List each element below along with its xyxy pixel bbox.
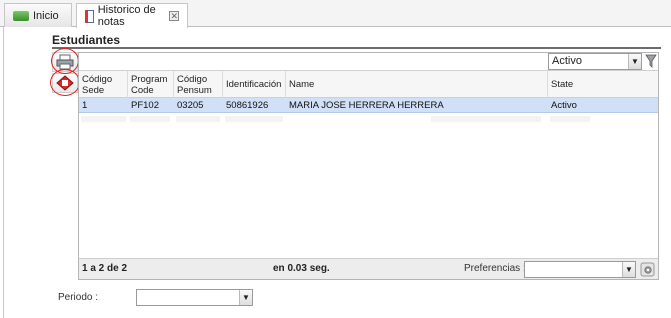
cell-codigo-sede: 1 xyxy=(82,100,88,111)
query-timing: en 0.03 seg. xyxy=(273,263,330,274)
table-header: Código Sede Program Code Código Pensum I… xyxy=(79,71,658,98)
frame-border xyxy=(3,27,4,318)
column-header-codigo-pensum[interactable]: Código Pensum xyxy=(174,71,223,98)
state-filter-value: Activo xyxy=(552,55,582,67)
periodo-select[interactable]: ▼ xyxy=(136,289,253,306)
table-row[interactable]: 1 PF102 03205 50861926 MARIA JOSE HERRER… xyxy=(79,98,658,113)
table-row-placeholder xyxy=(79,114,658,124)
grid-toolbar: Activo ▼ xyxy=(79,53,658,71)
cell-program-code: PF102 xyxy=(131,100,159,111)
placeholder-bar xyxy=(176,116,220,122)
placeholder-bar xyxy=(81,116,126,122)
pagination-summary: 1 a 2 de 2 xyxy=(82,263,128,274)
column-header-state[interactable]: State xyxy=(548,71,658,98)
placeholder-bar xyxy=(550,116,590,122)
preferences-select[interactable]: ▼ xyxy=(524,261,636,278)
tab-inicio-label: Inicio xyxy=(33,9,59,22)
cell-codigo-pensum: 03205 xyxy=(177,100,204,111)
column-header-identificacion[interactable]: Identificación xyxy=(223,71,286,98)
home-icon xyxy=(13,10,29,21)
section-divider xyxy=(52,47,661,49)
column-header-program-code[interactable]: Program Code xyxy=(128,71,174,98)
section-title: Estudiantes xyxy=(52,33,121,47)
cell-identificacion: 50861926 xyxy=(226,100,269,111)
column-header-codigo-sede[interactable]: Código Sede xyxy=(79,71,128,98)
chevron-down-icon[interactable]: ▼ xyxy=(239,290,252,305)
column-header-name[interactable]: Name xyxy=(286,71,548,98)
tab-historico-de-notas[interactable]: Historico de notas ✕ xyxy=(76,3,188,28)
placeholder-bar xyxy=(431,116,541,122)
cell-state: Activo xyxy=(551,100,577,111)
state-filter-select[interactable]: Activo ▼ xyxy=(548,53,642,70)
chevron-down-icon[interactable]: ▼ xyxy=(622,262,635,277)
settings-icon[interactable] xyxy=(640,262,655,277)
placeholder-bar xyxy=(225,116,283,122)
placeholder-bar xyxy=(130,116,170,122)
tab-inicio[interactable]: Inicio xyxy=(4,3,72,27)
highlight-circle-export xyxy=(50,69,80,96)
tab-historico-label: Historico de notas xyxy=(97,4,156,28)
chevron-down-icon[interactable]: ▼ xyxy=(628,54,641,69)
funnel-icon[interactable] xyxy=(645,54,657,68)
close-icon[interactable]: ✕ xyxy=(169,11,179,21)
tab-strip: Inicio Historico de notas ✕ xyxy=(0,0,671,28)
document-icon xyxy=(85,9,94,23)
students-grid: Activo ▼ Código Sede Program Code Código… xyxy=(78,52,659,280)
cell-name: MARIA JOSE HERRERA HERRERA xyxy=(289,100,444,111)
preferences-label: Preferencias : xyxy=(464,263,526,274)
grid-footer: 1 a 2 de 2 en 0.03 seg. Preferencias : ▼ xyxy=(79,258,658,279)
periodo-label: Periodo : xyxy=(58,292,99,303)
